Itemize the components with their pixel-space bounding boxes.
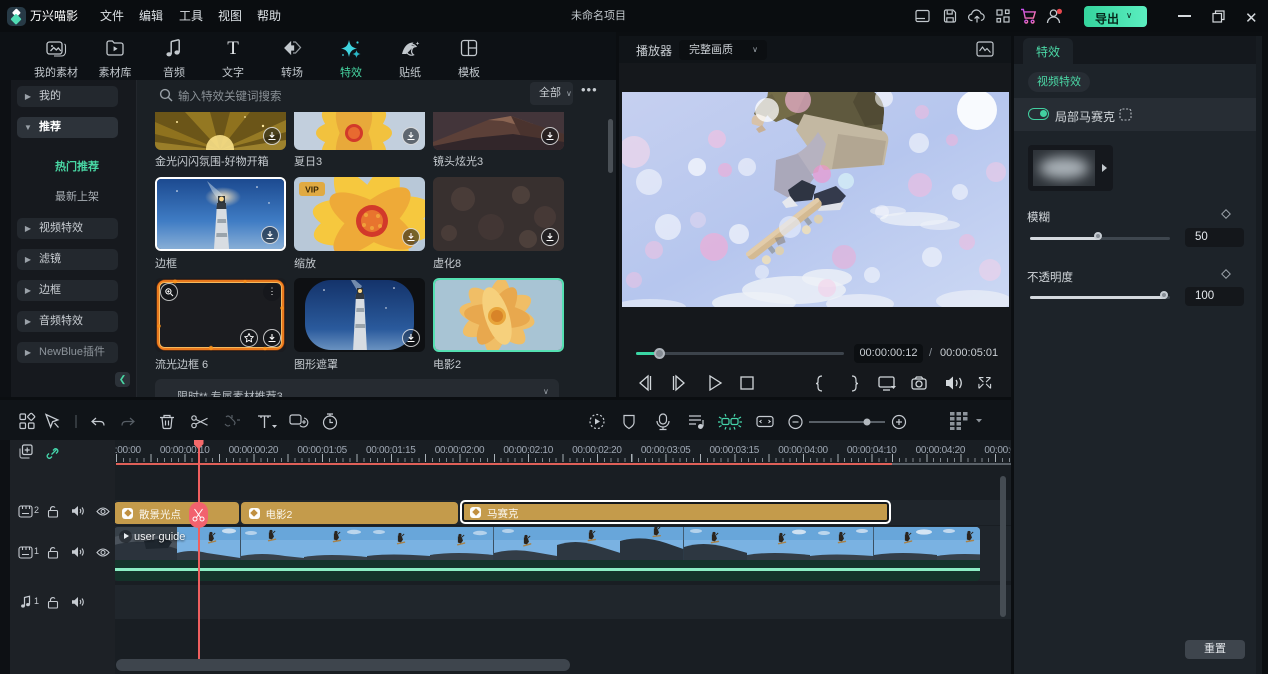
svg-text:VIP: VIP xyxy=(305,185,319,195)
